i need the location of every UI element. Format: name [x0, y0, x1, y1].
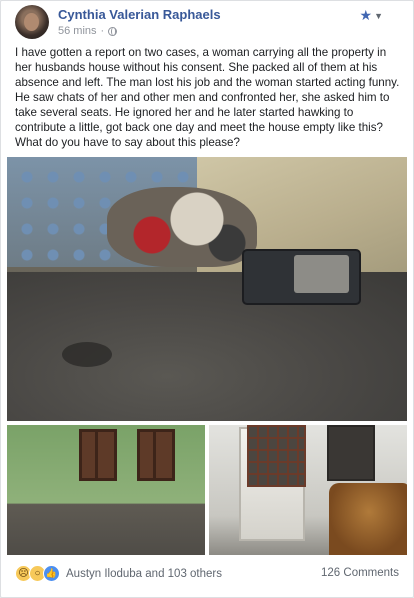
post-time[interactable]: 56 mins [58, 25, 97, 37]
sofa-room-photo[interactable] [209, 425, 407, 555]
window-right [137, 429, 175, 481]
leather-sofa [329, 483, 407, 555]
post-meta: 56 mins · [58, 25, 118, 37]
post-header: Cynthia Valerian Raphaels 56 mins · ★ ▼ [15, 5, 401, 41]
author-avatar[interactable] [15, 5, 49, 39]
reactions-bar[interactable]: ☹ ○ 👍 Austyn Iloduba and 103 others [15, 565, 222, 582]
star-icon: ★ [359, 7, 373, 23]
author-name[interactable]: Cynthia Valerian Raphaels [58, 7, 221, 22]
window-grill [247, 425, 306, 487]
globe-icon [108, 26, 118, 36]
clothes-pile [107, 187, 257, 267]
floor-stain [62, 342, 112, 367]
green-room-photo[interactable] [7, 425, 205, 555]
post-options-button[interactable]: ★ ▼ [360, 7, 383, 24]
avatar-face [24, 13, 39, 31]
window-left [79, 429, 117, 481]
dark-window [327, 425, 375, 481]
meta-separator: · [100, 25, 105, 37]
like-reaction-icon: 👍 [43, 565, 60, 582]
comments-count[interactable]: 126 Comments [321, 567, 399, 579]
chevron-down-icon: ▼ [374, 10, 383, 21]
post-card: Cynthia Valerian Raphaels 56 mins · ★ ▼ … [0, 0, 414, 598]
open-suitcase [242, 249, 361, 305]
post-body: I have gotten a report on two cases, a w… [15, 46, 400, 149]
room-with-suitcase-photo[interactable] [7, 157, 407, 421]
reaction-summary[interactable]: Austyn Iloduba and 103 others [66, 568, 222, 580]
suitcase-lid [294, 255, 349, 293]
